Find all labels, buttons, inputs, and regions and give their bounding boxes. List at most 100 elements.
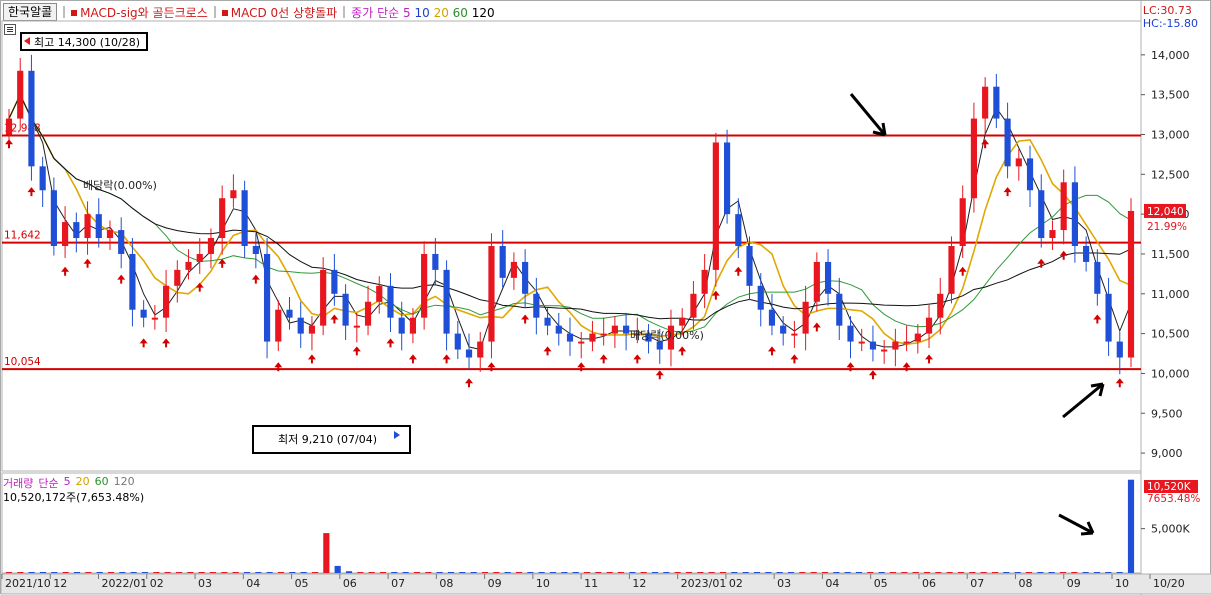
- candle-body: [836, 293, 843, 326]
- y-tick-label: 11,500: [1151, 248, 1190, 261]
- buy-signal-arrow: [633, 354, 642, 364]
- volume-bar: [663, 572, 670, 573]
- volume-bar: [17, 572, 24, 573]
- y-tick-label: 13,500: [1151, 89, 1190, 102]
- buy-signal-arrow: [868, 370, 877, 380]
- volume-bar: [651, 572, 659, 573]
- buy-signal-arrow: [678, 346, 687, 356]
- x-tick-label: 10: [536, 577, 550, 590]
- candle-body: [656, 341, 663, 350]
- candle-body: [1038, 190, 1045, 239]
- current-volume-value: 10,520K: [1147, 481, 1192, 493]
- candle-body: [1060, 182, 1067, 231]
- volume-bar: [912, 572, 919, 573]
- candle-body: [948, 246, 955, 294]
- volume-bar: [855, 572, 863, 573]
- candles: [5, 54, 1135, 375]
- volume-bar: [844, 572, 851, 573]
- candle-body: [95, 214, 102, 239]
- low-annotation-text: 최저 9,210 (07/04): [278, 433, 377, 446]
- buy-signal-arrow: [465, 378, 474, 388]
- volume-bar: [708, 572, 715, 573]
- horizontal-lines: 12,98811,64210,054: [2, 122, 1141, 371]
- volume-bar: [1059, 572, 1067, 573]
- volume-bar: [368, 572, 375, 573]
- x-tick-label: 2023/01: [681, 577, 727, 590]
- x-tick-label: 11: [584, 577, 598, 590]
- candle-body: [342, 293, 349, 326]
- volume-bar: [391, 572, 398, 573]
- volume-info: 10,520,172주(7,653.48%): [3, 491, 145, 504]
- volume-bar: [357, 572, 364, 573]
- candle-body: [566, 333, 574, 342]
- buy-signal-arrow: [83, 258, 92, 268]
- buy-signal-arrow: [734, 266, 743, 276]
- candle-body: [252, 246, 259, 254]
- buy-signal-arrow: [251, 274, 260, 284]
- candle-body: [791, 333, 798, 336]
- candle-body: [50, 190, 57, 246]
- candle-body: [881, 349, 888, 352]
- volume-bar: [935, 572, 942, 573]
- volume-bar: [1048, 572, 1055, 573]
- candle-body: [746, 246, 753, 286]
- candle-body: [106, 230, 114, 239]
- volume-bar: [436, 572, 443, 573]
- candle-body: [1083, 246, 1090, 262]
- x-tick-label: 04: [246, 577, 260, 590]
- candle-body: [533, 293, 540, 318]
- volume-bar: [980, 572, 987, 573]
- buy-signal-arrow: [655, 370, 664, 380]
- current-price-change: 21.99%: [1147, 221, 1187, 233]
- vol-tick-label: 5,000K: [1151, 523, 1190, 536]
- candle-body: [892, 341, 899, 350]
- candle-body: [162, 285, 170, 318]
- candle-body: [993, 86, 1000, 119]
- y-tick-label: 9,500: [1151, 407, 1183, 420]
- candle-body: [611, 325, 618, 334]
- x-tick-label: 03: [198, 577, 212, 590]
- volume-bar: [549, 572, 557, 573]
- candle-body: [679, 317, 686, 326]
- volume-bar: [527, 572, 534, 573]
- candle-body: [1094, 261, 1101, 294]
- volume-bar: [685, 572, 693, 573]
- buy-signal-arrow: [958, 266, 967, 276]
- x-tick-label: 05: [295, 577, 309, 590]
- buy-signal-arrow: [767, 346, 776, 356]
- grid-layer: [1, 1, 1211, 595]
- x-tick-label: 06: [343, 577, 357, 590]
- volume-bar: [1127, 479, 1135, 573]
- candle-body: [768, 309, 776, 326]
- buy-signal-arrow: [925, 354, 934, 364]
- volume-bar: [345, 571, 353, 573]
- y-tick-label: 10,500: [1151, 328, 1190, 341]
- candle-body: [73, 222, 80, 239]
- candle-body: [443, 269, 450, 334]
- candle-body: [84, 214, 91, 239]
- x-tick-label: 02: [729, 577, 743, 590]
- volume-bar: [164, 572, 171, 573]
- volume-bar: [1014, 572, 1021, 573]
- volume-bar: [515, 572, 523, 573]
- candle-body: [802, 301, 809, 334]
- volume-bar: [73, 572, 81, 573]
- volume-bar: [323, 533, 330, 573]
- price-chart[interactable]: 12,98811,64210,054 14,00013,50013,00012,…: [1, 1, 1211, 595]
- candle-body: [937, 293, 944, 318]
- buy-signal-arrow: [408, 354, 417, 364]
- candle-body: [522, 261, 529, 294]
- volume-bar: [1105, 572, 1112, 573]
- buy-signal-arrow: [27, 187, 36, 197]
- axes: 14,00013,50013,00012,50012,00011,50011,0…: [1, 49, 1190, 590]
- candle-body: [847, 325, 854, 342]
- buy-signal-arrow: [117, 274, 126, 284]
- current-price-value: 12,040: [1147, 206, 1184, 218]
- volume-bar: [969, 572, 976, 573]
- candle-body: [858, 341, 865, 344]
- buy-signal-arrow: [195, 282, 204, 292]
- candle-body: [432, 253, 439, 270]
- candle-body: [207, 238, 215, 254]
- volume-bar: [1071, 572, 1078, 573]
- candle-body: [118, 230, 125, 254]
